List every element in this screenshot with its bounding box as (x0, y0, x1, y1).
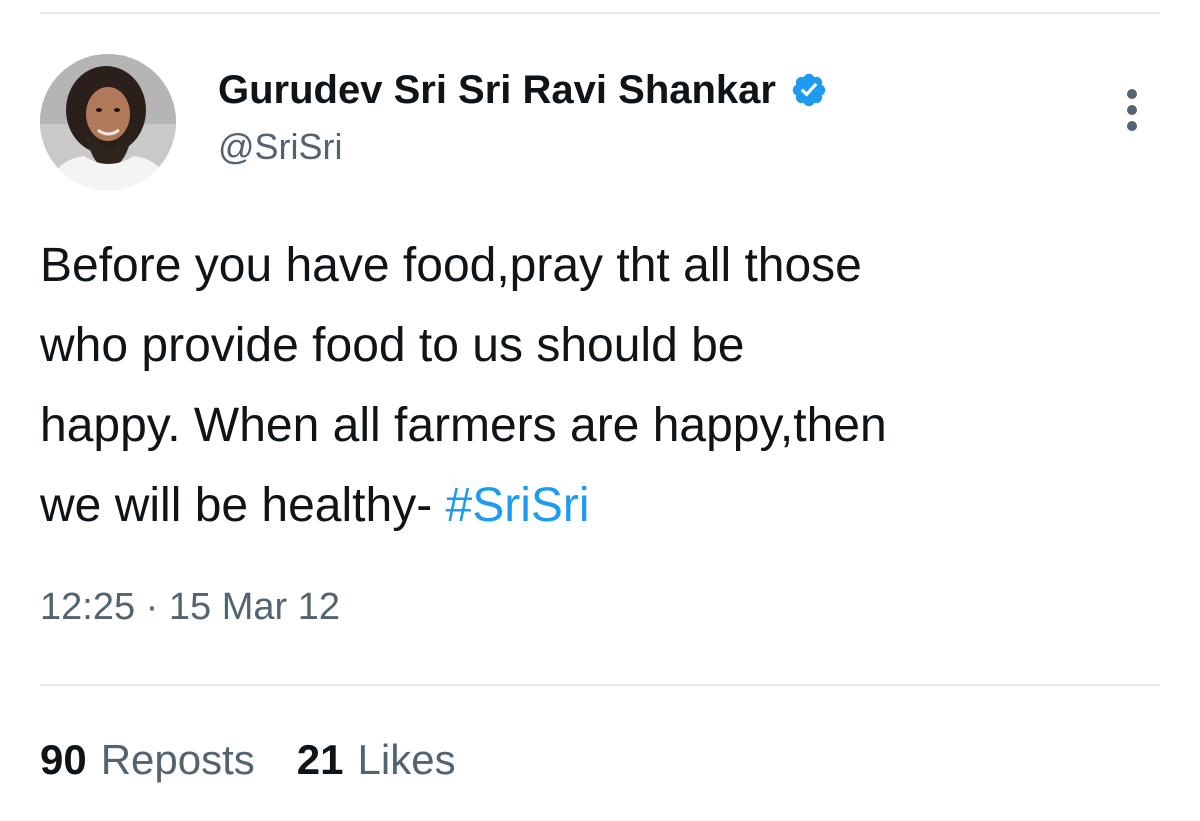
author-name-row: Gurudev Sri Sri Ravi Shankar (218, 64, 828, 116)
reposts-label: Reposts (100, 736, 255, 783)
verified-badge-icon (790, 71, 828, 109)
tweet-text-line: happy. When all farmers are happy,then (40, 399, 887, 452)
tweet-text: Before you have food,pray tht all those … (40, 226, 1160, 546)
tweet-time: 12:25 (40, 586, 136, 628)
timestamp-separator: · (145, 586, 159, 628)
author-display-name[interactable]: Gurudev Sri Sri Ravi Shankar (218, 68, 776, 113)
top-divider (40, 12, 1160, 14)
tweet-date: 15 Mar 12 (168, 586, 340, 628)
tweet-text-line: Before you have food,pray tht all those (40, 239, 862, 292)
author-handle[interactable]: @SriSri (218, 126, 343, 168)
more-vertical-icon[interactable] (1112, 84, 1152, 140)
likes-stat[interactable]: 21 Likes (297, 736, 456, 784)
reposts-count: 90 (40, 736, 87, 783)
reposts-stat[interactable]: 90 Reposts (40, 736, 255, 784)
tweet-text-fragment: we will be healthy- (40, 479, 446, 532)
likes-count: 21 (296, 736, 344, 783)
tweet-text-line: who provide food to us should be (40, 319, 745, 372)
timestamp-row[interactable]: 12:25 · 15 Mar 12 (40, 586, 340, 629)
tweet-text-line-last: we will be healthy- #SriSri (40, 466, 1160, 546)
avatar[interactable] (40, 54, 176, 190)
profile-photo-icon (40, 54, 176, 190)
hashtag-link[interactable]: #SriSri (446, 479, 590, 532)
stats-divider (40, 684, 1160, 686)
engagement-stats: 90 Reposts 21 Likes (40, 736, 498, 784)
likes-label: Likes (357, 736, 456, 783)
